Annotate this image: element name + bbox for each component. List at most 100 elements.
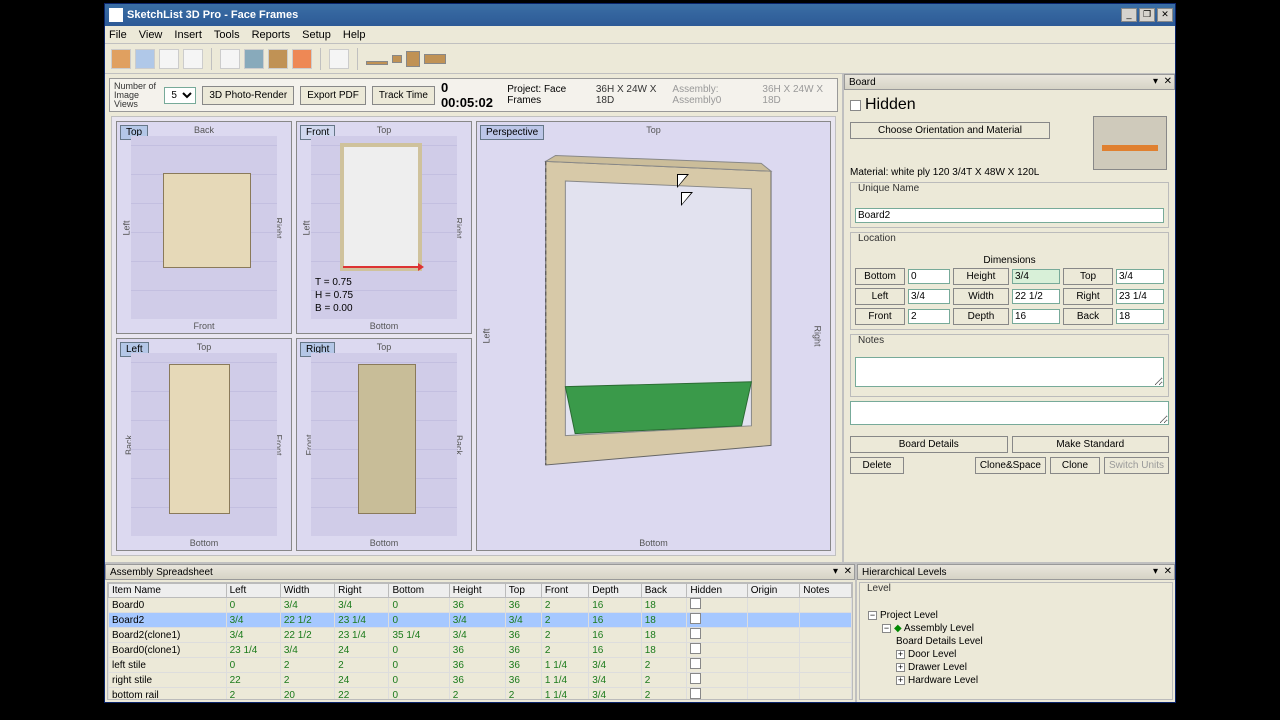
hidden-check[interactable] <box>690 673 701 684</box>
mode-icon[interactable] <box>244 49 264 69</box>
menu-file[interactable]: File <box>109 29 127 41</box>
hidden-check[interactable] <box>690 598 701 609</box>
height-input[interactable] <box>1012 269 1060 284</box>
left-button[interactable]: Left <box>855 288 905 305</box>
viewport-left[interactable]: Left Top Bottom Back Front <box>116 338 292 551</box>
close-button[interactable]: ✕ <box>1157 8 1173 22</box>
delete-button[interactable]: Delete <box>850 457 904 474</box>
hidden-checkbox[interactable] <box>850 100 861 111</box>
table-row[interactable]: bottom rail220220221 1/43/42 <box>109 688 852 701</box>
hierarchy-tree[interactable]: −Project Level −◆ Assembly Level Board D… <box>864 605 1168 691</box>
expand-icon[interactable]: + <box>896 663 905 672</box>
save-icon[interactable] <box>135 49 155 69</box>
col-header[interactable]: Origin <box>747 584 800 598</box>
table-row[interactable]: left stile022036361 1/43/42 <box>109 658 852 673</box>
right-input[interactable] <box>1116 289 1164 304</box>
board-details-button[interactable]: Board Details <box>850 436 1008 453</box>
col-header[interactable]: Width <box>280 584 334 598</box>
width-input[interactable] <box>1012 289 1060 304</box>
depth-button[interactable]: Depth <box>953 308 1009 325</box>
unique-name-input[interactable] <box>855 208 1164 223</box>
pin-icon[interactable]: ▾ <box>1153 76 1158 87</box>
clone-space-button[interactable]: Clone&Space <box>975 457 1046 474</box>
menu-insert[interactable]: Insert <box>174 29 202 41</box>
viewport-top[interactable]: Top Back Front Left Right <box>116 121 292 334</box>
swatch-sq[interactable] <box>392 55 402 63</box>
menu-help[interactable]: Help <box>343 29 366 41</box>
undo-icon[interactable] <box>159 49 179 69</box>
viewport-front[interactable]: Front Top Bottom Left Right T = 0.75 H =… <box>296 121 472 334</box>
hidden-check[interactable] <box>690 688 701 699</box>
col-header[interactable]: Right <box>335 584 389 598</box>
pin-icon[interactable]: ▾ <box>833 566 838 577</box>
col-header[interactable]: Left <box>226 584 280 598</box>
clone-button[interactable]: Clone <box>1050 457 1100 474</box>
col-header[interactable]: Bottom <box>389 584 449 598</box>
left-input[interactable] <box>908 289 950 304</box>
back-input[interactable] <box>1116 309 1164 324</box>
menu-tools[interactable]: Tools <box>214 29 240 41</box>
width-button[interactable]: Width <box>953 288 1009 305</box>
top-input[interactable] <box>1116 269 1164 284</box>
col-header[interactable]: Top <box>505 584 541 598</box>
top-button[interactable]: Top <box>1063 268 1113 285</box>
front-button[interactable]: Front <box>855 308 905 325</box>
viewport-right[interactable]: Right Top Bottom Front Back <box>296 338 472 551</box>
front-input[interactable] <box>908 309 950 324</box>
photo-render-button[interactable]: 3D Photo-Render <box>202 86 294 105</box>
track-time-button[interactable]: Track Time <box>372 86 435 105</box>
col-header[interactable]: Depth <box>589 584 642 598</box>
bottom-button[interactable]: Bottom <box>855 268 905 285</box>
switch-units-button[interactable]: Switch Units <box>1104 457 1169 474</box>
table-row[interactable]: Board23/422 1/223 1/403/43/421618 <box>109 613 852 628</box>
table-row[interactable]: Board003/43/40363621618 <box>109 598 852 613</box>
table-row[interactable]: Board0(clone1)23 1/43/4240363621618 <box>109 643 852 658</box>
viewport-perspective[interactable]: Perspective Top Bottom Left Right <box>476 121 831 551</box>
swatch-v[interactable] <box>406 51 420 67</box>
depth-input[interactable] <box>1012 309 1060 324</box>
make-standard-button[interactable]: Make Standard <box>1012 436 1170 453</box>
maximize-button[interactable]: ❐ <box>1139 8 1155 22</box>
menu-setup[interactable]: Setup <box>302 29 331 41</box>
pin-icon[interactable]: ▾ <box>1153 566 1158 577</box>
back-button[interactable]: Back <box>1063 308 1113 325</box>
col-header[interactable]: Notes <box>800 584 852 598</box>
export-pdf-button[interactable]: Export PDF <box>300 86 366 105</box>
expand-icon[interactable]: − <box>868 611 877 620</box>
col-header[interactable]: Hidden <box>687 584 747 598</box>
right-button[interactable]: Right <box>1063 288 1113 305</box>
expand-icon[interactable]: − <box>882 624 891 633</box>
hidden-check[interactable] <box>690 613 701 624</box>
tool-icon[interactable] <box>111 49 131 69</box>
col-header[interactable]: Front <box>541 584 588 598</box>
notes-input[interactable] <box>855 357 1164 387</box>
bottom-input[interactable] <box>908 269 950 284</box>
hidden-check[interactable] <box>690 628 701 639</box>
board-icon[interactable] <box>268 49 288 69</box>
close-icon[interactable]: ✕ <box>844 566 852 577</box>
grid-icon[interactable] <box>329 49 349 69</box>
hidden-check[interactable] <box>690 658 701 669</box>
extra-input[interactable] <box>850 401 1169 425</box>
close-icon[interactable]: ✕ <box>1164 566 1172 577</box>
vboard-icon[interactable] <box>292 49 312 69</box>
circle-icon[interactable] <box>220 49 240 69</box>
table-row[interactable]: Board2(clone1)3/422 1/223 1/435 1/43/436… <box>109 628 852 643</box>
col-header[interactable]: Item Name <box>109 584 227 598</box>
table-row[interactable]: right stile22224036361 1/43/42 <box>109 673 852 688</box>
col-header[interactable]: Height <box>449 584 505 598</box>
expand-icon[interactable]: + <box>896 676 905 685</box>
expand-icon[interactable]: + <box>896 650 905 659</box>
spreadsheet-table[interactable]: Item NameLeftWidthRightBottomHeightTopFr… <box>108 583 852 700</box>
menu-view[interactable]: View <box>139 29 163 41</box>
col-header[interactable]: Back <box>641 584 687 598</box>
menu-reports[interactable]: Reports <box>252 29 291 41</box>
height-button[interactable]: Height <box>953 268 1009 285</box>
image-views-select[interactable]: 5 <box>164 87 196 104</box>
hidden-check[interactable] <box>690 643 701 654</box>
swatch-h[interactable] <box>424 54 446 64</box>
close-icon[interactable]: ✕ <box>1164 76 1172 87</box>
swatch-thin[interactable] <box>366 61 388 65</box>
choose-orientation-button[interactable]: Choose Orientation and Material <box>850 122 1050 139</box>
redo-icon[interactable] <box>183 49 203 69</box>
